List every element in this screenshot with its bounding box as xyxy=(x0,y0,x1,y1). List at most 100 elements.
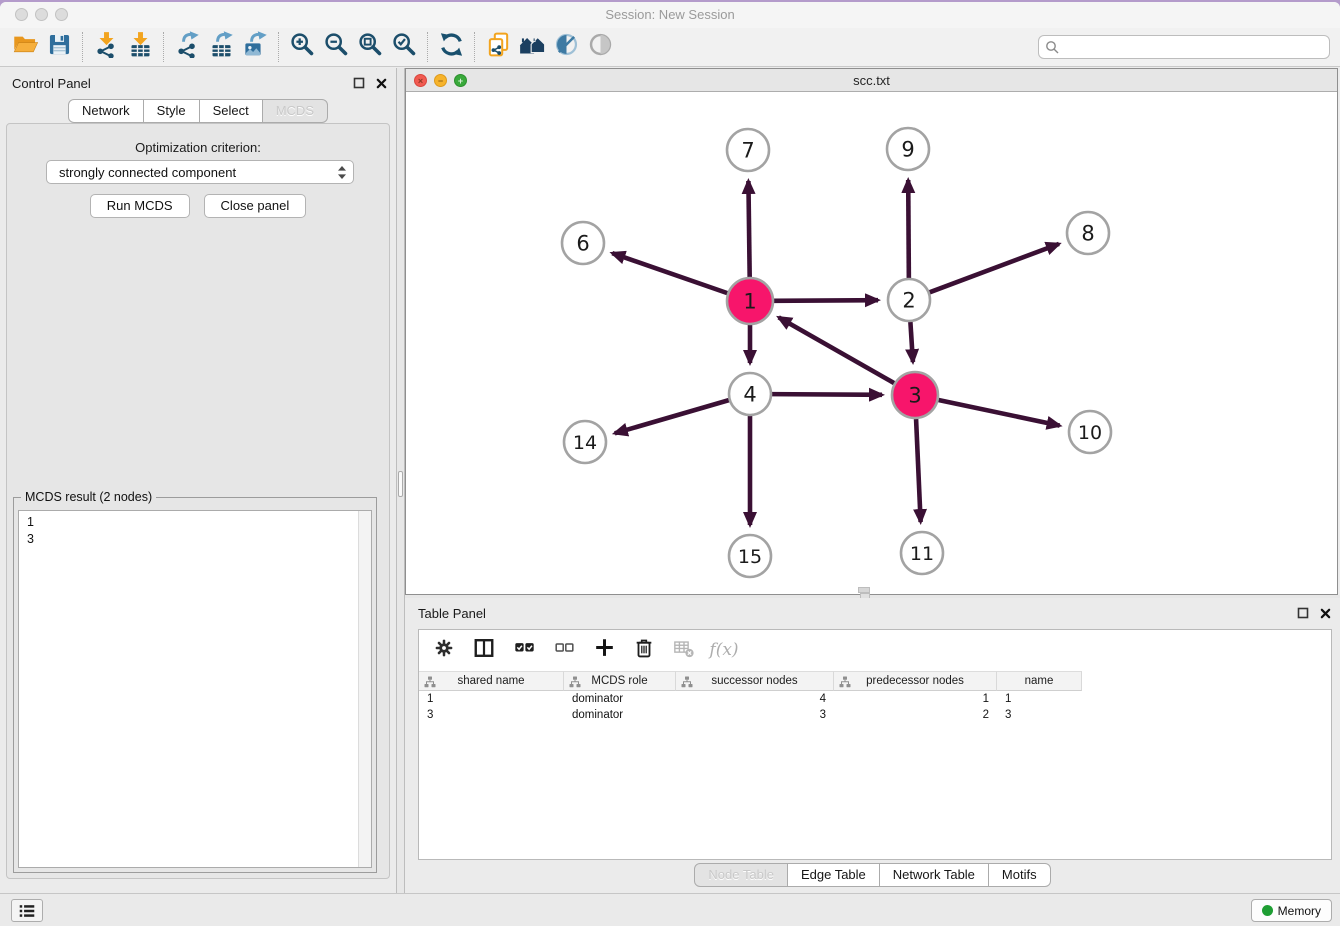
table-cell[interactable]: dominator xyxy=(564,693,676,705)
export-network-button[interactable] xyxy=(170,31,204,63)
graph-edge-2-3[interactable] xyxy=(910,322,913,362)
open-file-button[interactable] xyxy=(8,31,42,63)
table-row[interactable]: 1dominator411 xyxy=(419,691,1331,707)
table-tab-edge-table[interactable]: Edge Table xyxy=(787,863,880,887)
clone-network-button[interactable] xyxy=(481,31,515,63)
vertical-split-handle[interactable] xyxy=(398,471,403,497)
main-toolbar xyxy=(0,28,1340,67)
result-line: 3 xyxy=(27,531,349,548)
graph-node-4[interactable]: 4 xyxy=(729,373,771,415)
graph-node-3[interactable]: 3 xyxy=(892,372,938,418)
deselect-all-button[interactable] xyxy=(551,637,577,663)
function-builder-button[interactable]: f(x) xyxy=(711,637,737,663)
table-cell[interactable]: 4 xyxy=(676,693,834,705)
column-header-name[interactable]: name xyxy=(997,671,1082,691)
import-table-button[interactable] xyxy=(123,31,157,63)
network-canvas[interactable]: 7 9 6 8 1 2 4 3 14 10 15 11 xyxy=(406,92,1337,594)
result-scrollbar[interactable] xyxy=(358,511,371,867)
column-header-predecessor-nodes[interactable]: predecessor nodes xyxy=(834,671,997,691)
table-tab-node-table[interactable]: Node Table xyxy=(694,863,788,887)
table-cell[interactable]: dominator xyxy=(564,709,676,721)
select-all-button[interactable] xyxy=(511,637,537,663)
search-box[interactable] xyxy=(1038,35,1330,59)
tab-select[interactable]: Select xyxy=(199,99,263,123)
add-column-button[interactable] xyxy=(591,637,617,663)
graph-node-15[interactable]: 15 xyxy=(729,535,771,577)
graph-node-label: 8 xyxy=(1081,222,1094,246)
table-row[interactable]: 3dominator323 xyxy=(419,707,1331,723)
zoom-out-icon xyxy=(323,31,350,63)
table-cell[interactable]: 2 xyxy=(834,709,997,721)
zoom-fit-icon xyxy=(357,31,384,63)
table-tab-motifs[interactable]: Motifs xyxy=(988,863,1051,887)
zoom-out-button[interactable] xyxy=(319,31,353,63)
table-cell[interactable]: 3 xyxy=(997,709,1082,721)
table-cell[interactable]: 1 xyxy=(834,693,997,705)
run-mcds-button[interactable]: Run MCDS xyxy=(90,194,190,218)
mcds-result-lines: 13 xyxy=(19,511,357,867)
refresh-view-button[interactable] xyxy=(434,31,468,63)
table-cell[interactable]: 1 xyxy=(419,693,564,705)
table-cell[interactable]: 3 xyxy=(676,709,834,721)
graph-edge-1-7[interactable] xyxy=(748,181,749,277)
zoom-fit-button[interactable] xyxy=(353,31,387,63)
split-view-button[interactable] xyxy=(471,637,497,663)
vizmapper-off-button[interactable] xyxy=(549,31,583,63)
table-cell[interactable]: 3 xyxy=(419,709,564,721)
table-tab-network-table[interactable]: Network Table xyxy=(879,863,989,887)
memory-button[interactable]: Memory xyxy=(1251,899,1332,922)
column-header-MCDS-role[interactable]: MCDS role xyxy=(564,671,676,691)
column-header-successor-nodes[interactable]: successor nodes xyxy=(676,671,834,691)
table-cell[interactable]: 1 xyxy=(997,693,1082,705)
export-table-button[interactable] xyxy=(204,31,238,63)
graph-edge-3-1[interactable] xyxy=(779,317,894,383)
graph-node-7[interactable]: 7 xyxy=(727,129,769,171)
column-label: shared name xyxy=(457,675,524,687)
import-network-icon xyxy=(93,31,120,63)
zoom-in-button[interactable] xyxy=(285,31,319,63)
close-panel-icon[interactable] xyxy=(374,76,388,90)
graph-edge-3-11[interactable] xyxy=(916,419,921,522)
tab-network[interactable]: Network xyxy=(68,99,144,123)
vertical-split-divider[interactable] xyxy=(396,68,405,893)
graph-edge-3-10[interactable] xyxy=(938,400,1059,426)
table-column-headers: shared name MCDS rolesuccessor nodesprede… xyxy=(419,671,1082,691)
graph-edge-4-14[interactable] xyxy=(615,400,729,433)
save-session-button[interactable] xyxy=(42,31,76,63)
zoom-selected-button[interactable] xyxy=(387,31,421,63)
home-view-button[interactable] xyxy=(515,31,549,63)
graph-node-1[interactable]: 1 xyxy=(727,278,773,324)
tab-mcds[interactable]: MCDS xyxy=(262,99,328,123)
column-header-shared-name[interactable]: shared name xyxy=(419,671,564,691)
tab-style[interactable]: Style xyxy=(143,99,200,123)
close-table-panel-icon[interactable] xyxy=(1318,606,1332,620)
import-network-button[interactable] xyxy=(89,31,123,63)
graph-node-9[interactable]: 9 xyxy=(887,128,929,170)
export-image-button[interactable] xyxy=(238,31,272,63)
graph-edge-1-6[interactable] xyxy=(612,253,727,293)
delete-column-button[interactable] xyxy=(631,637,657,663)
task-history-button[interactable] xyxy=(11,899,43,922)
float-panel-icon[interactable] xyxy=(352,76,366,90)
delete-table-button[interactable] xyxy=(671,637,697,663)
save-session-icon xyxy=(46,31,73,63)
graph-edge-2-9[interactable] xyxy=(908,180,909,278)
graph-edge-1-2[interactable] xyxy=(774,300,878,301)
table-panel-title: Table Panel xyxy=(418,606,486,621)
graph-node-14[interactable]: 14 xyxy=(564,421,606,463)
float-table-panel-icon[interactable] xyxy=(1296,606,1310,620)
graph-edge-2-8[interactable] xyxy=(930,244,1059,292)
graph-node-2[interactable]: 2 xyxy=(888,279,930,321)
graph-node-8[interactable]: 8 xyxy=(1067,212,1109,254)
settings-button[interactable] xyxy=(431,637,457,663)
search-input[interactable] xyxy=(1060,38,1329,56)
graph-node-11[interactable]: 11 xyxy=(901,532,943,574)
optimization-select[interactable]: strongly connected component xyxy=(46,160,354,184)
mcds-result-text[interactable]: 13 xyxy=(18,510,372,868)
show-hide-button[interactable] xyxy=(583,31,617,63)
close-panel-button[interactable]: Close panel xyxy=(204,194,307,218)
graph-node-10[interactable]: 10 xyxy=(1069,411,1111,453)
graph-node-6[interactable]: 6 xyxy=(562,222,604,264)
table-panel: Table Panel f(x) shared name MCDS rolesuc… xyxy=(405,598,1340,893)
graph-edge-4-3[interactable] xyxy=(772,394,882,395)
